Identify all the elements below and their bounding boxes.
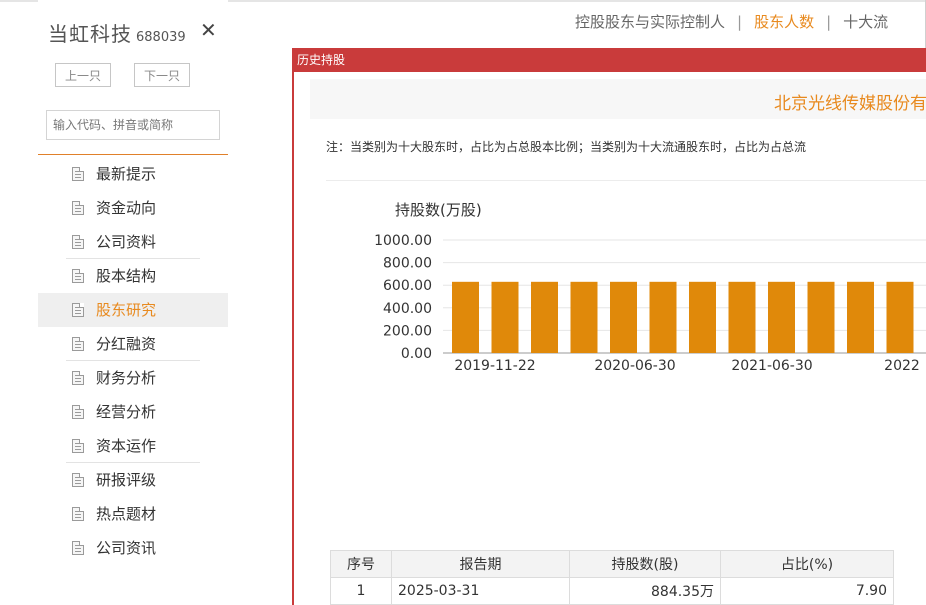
note-text: 注：当类别为十大股东时，占比为占总股本比例；当类别为十大流通股东时，占比为占总流	[326, 140, 807, 154]
bar-3	[570, 281, 598, 353]
sidebar-item-8[interactable]: 资本运作	[38, 429, 228, 463]
stock-title: 当虹科技 688039	[48, 18, 186, 47]
sidebar-item-label: 最新提示	[96, 165, 157, 183]
document-icon	[72, 269, 84, 283]
x-tick-label: 2022	[884, 358, 920, 374]
sidebar-item-0[interactable]: 最新提示	[38, 157, 228, 191]
table-header-row: 序号 报告期 持股数(股) 占比(%)	[330, 550, 894, 578]
sidebar-item-label: 资本运作	[96, 437, 157, 455]
cell-index: 1	[330, 577, 392, 605]
sidebar-item-6[interactable]: 财务分析	[38, 361, 228, 395]
sidebar-item-9[interactable]: 研报评级	[38, 463, 228, 497]
sidebar-item-7[interactable]: 经营分析	[38, 395, 228, 429]
sidebar-item-10[interactable]: 热点题材	[38, 497, 228, 531]
sidebar-item-label: 公司资料	[96, 233, 157, 251]
bar-11	[886, 281, 914, 353]
holding-table: 序号 报告期 持股数(股) 占比(%) 1 2025-03-31 884.35万…	[330, 550, 894, 605]
y-tick-label: 800.00	[383, 256, 432, 272]
sidebar-item-label: 财务分析	[96, 369, 157, 387]
bar-5	[649, 281, 677, 353]
company-band: 北京光线传媒股份有限	[310, 79, 926, 119]
tab-controlling-shareholder[interactable]: 控股股东与实际控制人	[575, 11, 725, 32]
divider	[326, 180, 926, 181]
sidebar-item-4[interactable]: 股东研究	[38, 293, 228, 327]
tab-shareholder-count[interactable]: 股东人数	[754, 11, 814, 32]
stock-code: 688039	[136, 30, 186, 45]
col-header-shares: 持股数(股)	[569, 550, 721, 578]
bar-0	[452, 281, 479, 353]
sidebar-menu: 最新提示资金动向公司资料股本结构股东研究分红融资财务分析经营分析资本运作研报评级…	[38, 157, 228, 565]
sidebar-item-label: 热点题材	[96, 505, 157, 523]
x-tick-label: 2020-06-30	[594, 358, 675, 374]
y-tick-label: 400.00	[383, 301, 432, 317]
col-header-index: 序号	[330, 550, 392, 578]
sidebar: 当虹科技 688039 ✕ 上一只 下一只 最新提示资金动向公司资料股本结构股东研…	[38, 0, 228, 605]
cell-ratio: 7.90	[720, 577, 894, 605]
top-tab-bar: 控股股东与实际控制人 | 股东人数 | 十大流	[575, 11, 888, 32]
stock-search-input[interactable]	[46, 110, 220, 140]
sidebar-item-label: 公司资讯	[96, 539, 157, 557]
y-tick-label: 1000.00	[374, 233, 432, 249]
col-header-ratio: 占比(%)	[720, 550, 894, 578]
tab-separator: |	[737, 13, 743, 31]
document-icon	[72, 303, 84, 317]
bar-9	[807, 281, 835, 353]
sidebar-item-label: 经营分析	[96, 403, 157, 421]
col-header-date: 报告期	[391, 550, 570, 578]
document-icon	[72, 473, 84, 487]
x-tick-label: 2021-06-30	[731, 358, 812, 374]
table-row[interactable]: 1 2025-03-31 884.35万 7.90	[330, 577, 894, 605]
document-icon	[72, 167, 84, 181]
company-name: 当虹科技	[48, 22, 132, 46]
bar-2	[531, 281, 558, 353]
prev-stock-button[interactable]: 上一只	[55, 63, 111, 87]
document-icon	[72, 337, 84, 351]
document-icon	[72, 201, 84, 215]
bar-8	[768, 281, 795, 353]
sidebar-item-label: 资金动向	[96, 199, 157, 217]
document-icon	[72, 405, 84, 419]
x-tick-label: 2019-11-22	[454, 358, 535, 374]
document-icon	[72, 235, 84, 249]
sidebar-item-1[interactable]: 资金动向	[38, 191, 228, 225]
sidebar-item-5[interactable]: 分红融资	[38, 327, 228, 361]
sidebar-item-label: 股本结构	[96, 267, 157, 285]
document-icon	[72, 507, 84, 521]
bar-1	[491, 281, 519, 353]
sidebar-item-label: 股东研究	[96, 301, 157, 319]
y-tick-label: 0.00	[401, 346, 432, 362]
y-tick-label: 600.00	[383, 278, 432, 294]
company-full-name: 北京光线传媒股份有限	[774, 94, 926, 114]
close-icon[interactable]: ✕	[200, 18, 217, 42]
document-icon	[72, 439, 84, 453]
bar-7	[728, 281, 756, 353]
bar-4	[610, 281, 637, 353]
y-tick-label: 200.00	[383, 323, 432, 339]
bar-10	[847, 281, 874, 353]
document-icon	[72, 541, 84, 555]
popup-title: 历史持股	[292, 48, 926, 72]
document-icon	[72, 371, 84, 385]
holding-bar-chart: 持股数(万股) 1000.00 800.00 600.00 400.00 200.00 0.…	[374, 201, 926, 374]
sidebar-item-label: 分红融资	[96, 335, 157, 353]
next-stock-button[interactable]: 下一只	[134, 63, 190, 87]
y-axis-label: 持股数(万股)	[395, 201, 482, 219]
sidebar-item-3[interactable]: 股本结构	[38, 259, 228, 293]
sidebar-item-11[interactable]: 公司资讯	[38, 531, 228, 565]
sidebar-divider	[38, 154, 228, 155]
bar-6	[689, 281, 716, 353]
sidebar-item-label: 研报评级	[96, 471, 157, 489]
tab-top-ten-float[interactable]: 十大流	[843, 11, 888, 32]
sidebar-item-2[interactable]: 公司资料	[38, 225, 228, 259]
tab-separator: |	[826, 13, 832, 31]
history-holding-popup: 历史持股 北京光线传媒股份有限 注：当类别为十大股东时，占比为占总股本比例；当类…	[292, 48, 926, 605]
cell-date: 2025-03-31	[391, 577, 570, 605]
cell-shares: 884.35万	[569, 577, 721, 605]
